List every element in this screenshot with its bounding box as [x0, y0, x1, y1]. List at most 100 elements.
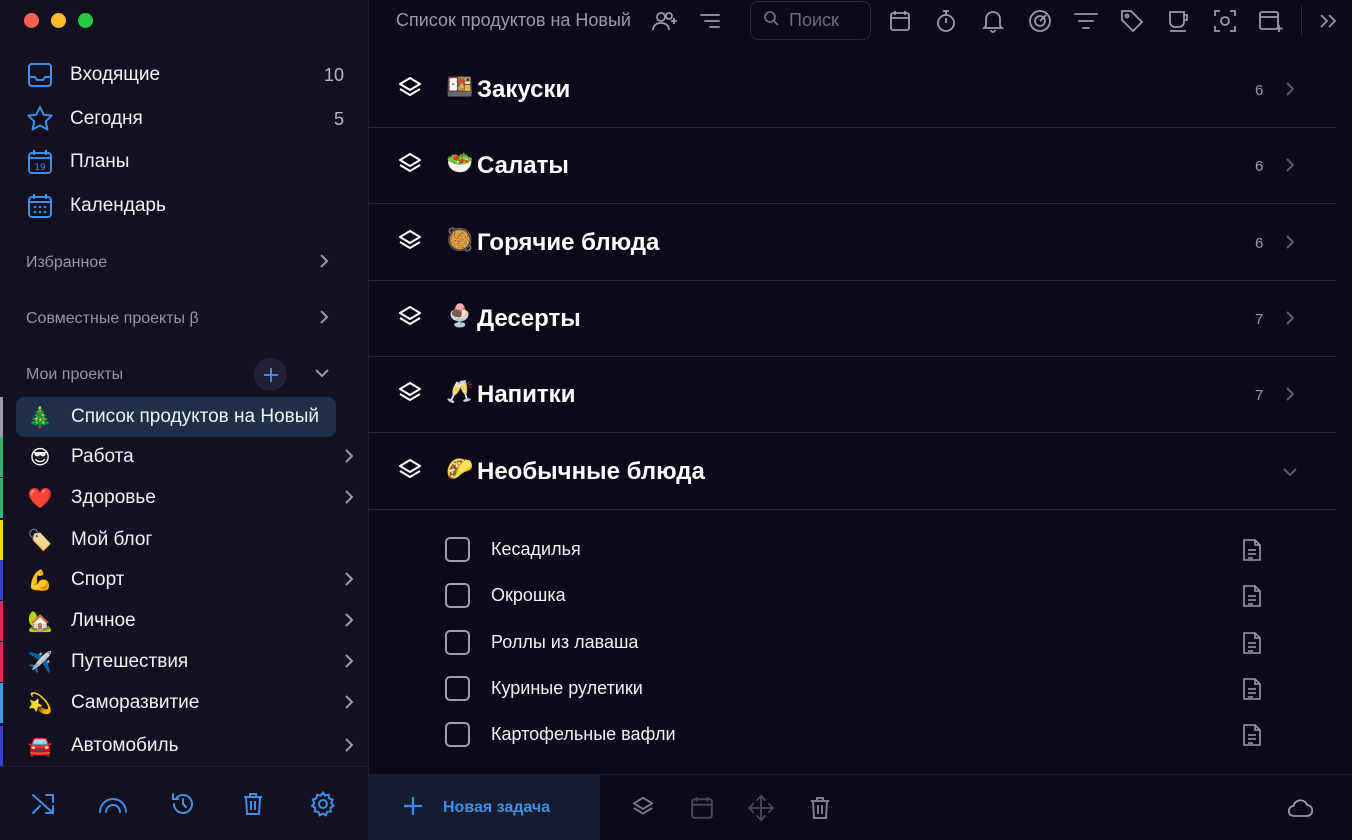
project-item-self-development[interactable]: 💫 Саморазвитие — [0, 683, 369, 723]
task-checkbox[interactable] — [445, 536, 470, 562]
project-row[interactable]: 💫 Саморазвитие — [16, 683, 336, 723]
nav-plans[interactable]: 19 Планы — [26, 147, 344, 177]
project-emoji: ❤️ — [27, 486, 53, 510]
add-project-button[interactable] — [254, 358, 287, 391]
calendar-icon[interactable] — [887, 8, 913, 34]
section-shared-projects[interactable]: Совместные проекты β — [26, 305, 330, 333]
task-checkbox[interactable] — [445, 582, 470, 608]
settings-icon[interactable] — [308, 789, 338, 819]
nav-inbox[interactable]: Входящие 10 — [26, 60, 344, 90]
minimize-window-button[interactable] — [51, 13, 66, 28]
task-checkbox[interactable] — [445, 721, 470, 747]
sort-icon[interactable] — [697, 8, 723, 34]
task-checkbox[interactable] — [445, 629, 470, 655]
chevron-right-icon[interactable] — [343, 448, 355, 469]
project-color-bar — [0, 642, 3, 682]
shuffle-icon[interactable] — [28, 789, 58, 819]
project-row[interactable]: 🎄 Список продуктов на Новый — [16, 397, 336, 437]
nav-calendar[interactable]: Календарь — [26, 191, 344, 221]
project-item-sport[interactable]: 💪 Спорт — [0, 560, 369, 600]
group-row[interactable]: 🍱 Закуски 6 — [369, 52, 1336, 128]
project-row[interactable]: 🚘 Автомобиль — [16, 726, 336, 766]
layers-icon — [397, 458, 423, 489]
trash-icon[interactable] — [238, 789, 268, 819]
calendar-icon — [26, 192, 54, 220]
task-row[interactable]: Окрошка — [445, 575, 1275, 615]
task-checkbox[interactable] — [445, 675, 470, 701]
chevron-right-icon[interactable] — [343, 737, 355, 758]
project-row[interactable]: ❤️ Здоровье — [16, 478, 336, 518]
group-label: Десерты — [477, 305, 581, 332]
nav-today[interactable]: Сегодня 5 — [26, 104, 344, 134]
project-item-work[interactable]: 😎 Работа — [0, 437, 369, 477]
project-row[interactable]: 🏡 Личное — [16, 601, 336, 641]
project-label: Работа — [71, 446, 134, 467]
chevron-right-icon[interactable] — [1284, 234, 1296, 255]
chevron-right-icon[interactable] — [343, 653, 355, 674]
search-input[interactable] — [789, 10, 867, 31]
group-row-expanded[interactable]: 🌮 Необычные блюда — [369, 434, 1336, 510]
chevron-right-icon[interactable] — [343, 489, 355, 510]
chevron-right-icon[interactable] — [1284, 310, 1296, 331]
project-row[interactable]: 😎 Работа — [16, 437, 336, 477]
note-icon[interactable] — [1242, 538, 1262, 567]
move-icon[interactable] — [747, 794, 775, 822]
chevron-right-icon[interactable] — [1284, 386, 1296, 407]
add-member-icon[interactable] — [652, 8, 678, 34]
project-row[interactable]: 💪 Спорт — [16, 560, 336, 600]
cloud-icon[interactable] — [1286, 794, 1314, 822]
task-row[interactable]: Кесадилья — [445, 529, 1275, 569]
chevron-right-icon[interactable] — [1284, 81, 1296, 102]
project-item-travel[interactable]: ✈️ Путешествия — [0, 642, 369, 682]
chevron-right-icon[interactable] — [343, 612, 355, 633]
add-window-icon[interactable] — [1258, 8, 1284, 34]
task-row[interactable]: Куриные рулетики — [445, 668, 1275, 708]
filter-icon[interactable] — [1073, 8, 1099, 34]
history-icon[interactable] — [168, 789, 198, 819]
zoom-window-button[interactable] — [78, 13, 93, 28]
project-item-health[interactable]: ❤️ Здоровье — [0, 478, 369, 518]
calendar-day-icon: 19 — [26, 148, 54, 176]
bell-icon[interactable] — [980, 8, 1006, 34]
project-row[interactable]: 🏷️ Мой блог — [16, 520, 336, 560]
group-row[interactable]: 🥗 Салаты 6 — [369, 128, 1336, 204]
task-row[interactable]: Роллы из лаваша — [445, 622, 1275, 662]
new-task-button[interactable]: Новая задача — [369, 775, 600, 840]
note-icon[interactable] — [1242, 631, 1262, 660]
chevron-down-icon[interactable] — [1282, 465, 1298, 483]
project-row[interactable]: ✈️ Путешествия — [16, 642, 336, 682]
timer-icon[interactable] — [933, 8, 959, 34]
focus-icon[interactable] — [1027, 8, 1053, 34]
note-icon[interactable] — [1242, 677, 1262, 706]
chevron-right-icon[interactable] — [343, 571, 355, 592]
project-item-personal[interactable]: 🏡 Личное — [0, 601, 369, 641]
search-box[interactable] — [750, 1, 871, 40]
plus-icon — [403, 796, 423, 821]
expand-icon[interactable] — [1315, 8, 1341, 34]
note-icon[interactable] — [1242, 584, 1262, 613]
project-color-bar — [0, 437, 3, 477]
note-icon[interactable] — [1242, 723, 1262, 752]
project-item-car[interactable]: 🚘 Автомобиль — [0, 726, 369, 766]
group-row[interactable]: 🥘 Горячие блюда 6 — [369, 205, 1336, 281]
group-row[interactable]: 🥂 Напитки 7 — [369, 357, 1336, 433]
task-row[interactable]: Картофельные вафли — [445, 714, 1275, 754]
arc-icon[interactable] — [98, 789, 128, 819]
chevron-right-icon[interactable] — [343, 694, 355, 715]
project-item-new-year-list[interactable]: 🎄 Список продуктов на Новый — [0, 397, 369, 437]
tag-icon[interactable] — [1119, 8, 1145, 34]
section-favorites[interactable]: Избранное — [26, 249, 330, 277]
screenshot-icon[interactable] — [1212, 8, 1238, 34]
chevron-right-icon[interactable] — [1284, 157, 1296, 178]
close-window-button[interactable] — [24, 13, 39, 28]
group-row[interactable]: 🍨 Десерты 7 — [369, 281, 1336, 357]
trash-icon[interactable] — [806, 794, 834, 822]
cup-icon[interactable] — [1166, 8, 1192, 34]
project-label: Список продуктов на Новый — [71, 406, 320, 427]
group-emoji: 🥗 — [446, 151, 474, 176]
layers-icon[interactable] — [629, 794, 657, 822]
project-item-blog[interactable]: 🏷️ Мой блог — [0, 520, 369, 560]
calendar-icon[interactable] — [688, 794, 716, 822]
chevron-down-icon[interactable] — [314, 366, 330, 384]
task-label: Кесадилья — [491, 538, 581, 559]
